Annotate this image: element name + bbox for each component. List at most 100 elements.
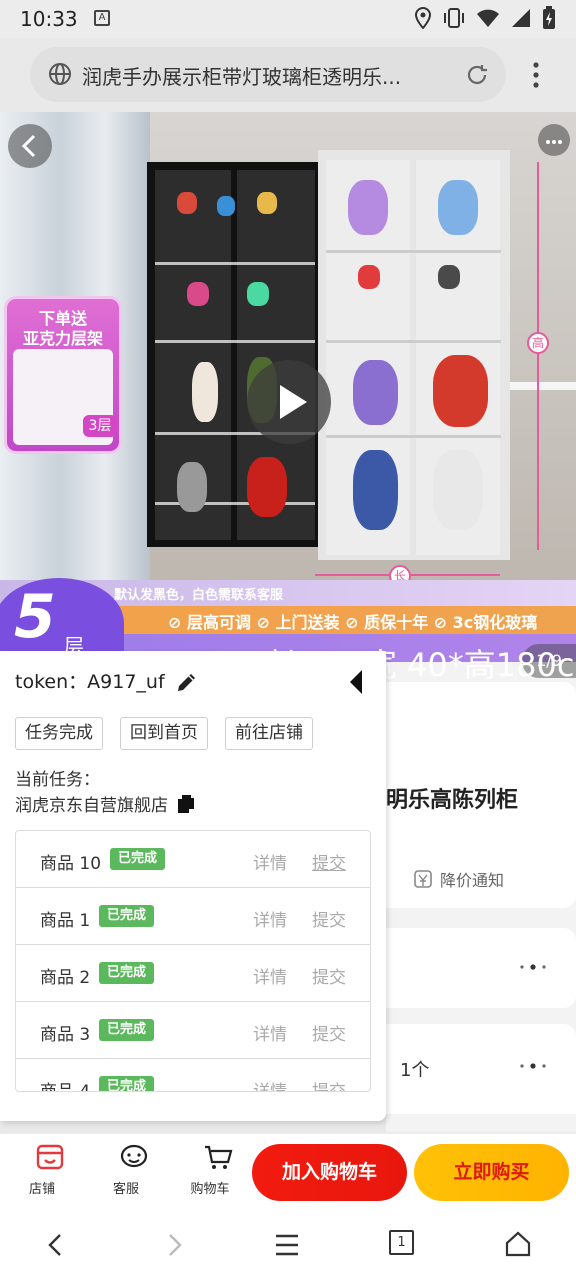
title-card: 明乐高陈列柜 降价通知: [386, 682, 576, 908]
shop-icon: [36, 1144, 63, 1170]
page-title: 润虎手办展示柜带灯玻璃柜透明乐...: [82, 65, 402, 89]
service-tab[interactable]: 客服: [96, 1142, 156, 1197]
promo-gift-card: 下单送 亚克力层架 3层: [4, 296, 122, 454]
submit-link[interactable]: 提交: [312, 1077, 346, 1091]
signal-icon: [512, 9, 530, 27]
detail-link[interactable]: 详情: [253, 1077, 287, 1091]
token-row: token：A917_uf: [15, 667, 165, 694]
height-marker: 高: [527, 332, 549, 354]
status-bar: 10:33 A: [0, 0, 576, 38]
quantity-text: 1个: [400, 1060, 430, 1081]
globe-icon: [49, 63, 71, 85]
copy-icon[interactable]: [177, 794, 195, 814]
battery-icon: [543, 6, 555, 29]
status-badge: 已完成: [99, 905, 155, 927]
current-task-name: 润虎京东自营旗舰店: [15, 791, 195, 816]
status-badge: 已完成: [99, 1019, 155, 1041]
submit-link[interactable]: 提交: [312, 906, 346, 931]
back-home-button[interactable]: 回到首页: [120, 717, 208, 750]
more-dots-icon: [520, 1063, 546, 1069]
table-row: 商品 1 已完成 详情 提交: [16, 888, 370, 945]
table-row: 商品 4 已完成 详情 提交: [16, 1059, 370, 1092]
cart-tab[interactable]: 购物车: [180, 1142, 240, 1197]
go-to-shop-button[interactable]: 前往店铺: [225, 717, 313, 750]
vibrate-icon: [444, 8, 464, 28]
customer-service-icon: [120, 1144, 147, 1168]
table-row: 商品 10 已完成 详情 提交: [16, 831, 370, 888]
detail-link[interactable]: 详情: [253, 1020, 287, 1045]
price-notice[interactable]: 降价通知: [412, 867, 504, 891]
notification-icon: A: [94, 10, 110, 26]
purchase-action-bar: 店铺 客服 购物车 加入购物车 立即购买: [0, 1133, 576, 1209]
more-dots-icon: [520, 964, 546, 970]
feature-text: ⊘ 层高可调 ⊘ 上门送装 ⊘ 质保十年 ⊘ 3c钢化玻璃: [168, 613, 538, 632]
layer-badge: 5 层: [0, 578, 124, 662]
black-cabinet: [147, 162, 322, 547]
add-to-cart-button[interactable]: 加入购物车: [252, 1144, 407, 1201]
task-complete-button[interactable]: 任务完成: [15, 717, 103, 750]
status-badge: 已完成: [110, 848, 166, 870]
collapse-panel-icon[interactable]: [346, 668, 366, 696]
price-tag-icon: [414, 870, 432, 888]
promo-title-bottom: 亚克力层架: [22, 329, 103, 348]
chevron-left-icon: [21, 134, 36, 158]
price-notice-label: 降价通知: [440, 871, 505, 890]
promo-badge: 3层: [83, 415, 117, 437]
token-value: A917_uf: [87, 671, 165, 693]
caption-small: 默认发黑色，白色需联系客服: [114, 588, 284, 603]
back-button[interactable]: [8, 124, 52, 168]
forward-arrow-icon[interactable]: [160, 1231, 188, 1259]
item-name: 商品 2: [40, 968, 91, 988]
token-label: token：: [15, 671, 88, 693]
submit-link[interactable]: 提交: [312, 963, 346, 988]
status-icons: [414, 6, 556, 30]
status-badge: 已完成: [99, 962, 155, 984]
status-time: 10:33: [20, 7, 78, 31]
buy-now-button[interactable]: 立即购买: [414, 1144, 569, 1201]
home-icon[interactable]: [504, 1230, 532, 1258]
more-button[interactable]: [538, 124, 570, 156]
quantity-card[interactable]: 1个: [386, 1024, 576, 1114]
task-shop-name: 润虎京东自营旗舰店: [15, 796, 168, 816]
detail-link[interactable]: 详情: [253, 849, 287, 874]
detail-link[interactable]: 详情: [253, 963, 287, 988]
item-name: 商品 1: [40, 911, 91, 931]
reload-icon[interactable]: [464, 62, 490, 88]
item-name: 商品 3: [40, 1025, 91, 1045]
play-icon: [280, 385, 307, 419]
submit-link[interactable]: 提交: [312, 849, 346, 874]
cart-label: 购物车: [190, 1182, 230, 1197]
more-dots-icon: [546, 140, 562, 144]
cart-icon: [204, 1145, 232, 1169]
back-arrow-icon[interactable]: [42, 1231, 70, 1259]
menu-icon[interactable]: [273, 1231, 301, 1259]
service-label: 客服: [112, 1182, 139, 1197]
submit-link[interactable]: 提交: [312, 1020, 346, 1045]
height-line: [537, 162, 539, 550]
edit-pencil-icon[interactable]: [175, 670, 199, 694]
browser-nav-bar: 1: [0, 1209, 576, 1280]
detail-link[interactable]: 详情: [253, 906, 287, 931]
status-badge: 已完成: [99, 1076, 155, 1091]
table-row: 商品 3 已完成 详情 提交: [16, 1002, 370, 1059]
current-task-label: 当前任务：: [15, 770, 100, 790]
url-bar[interactable]: 润虎手办展示柜带灯玻璃柜透明乐...: [30, 47, 506, 102]
spec-card[interactable]: [386, 928, 576, 1008]
product-title-fragment: 明乐高陈列柜: [386, 788, 519, 813]
table-row: 商品 2 已完成 详情 提交: [16, 945, 370, 1002]
product-hero-image[interactable]: 高 长 下单送 亚克力层架 3层 默认发黑色，白色需联系客服 ⊘ 层高可调 ⊘ …: [0, 112, 576, 662]
task-panel: token：A917_uf 任务完成 回到首页 前往店铺 当前任务： 润虎京东自…: [0, 651, 386, 1121]
location-icon: [414, 7, 432, 29]
shop-tab[interactable]: 店铺: [12, 1142, 72, 1197]
product-info-background: 1/9 长 80*宽 40*高180cm 明乐高陈列柜 降价通知 1个: [266, 644, 576, 1132]
layer-number: 5: [14, 582, 56, 652]
white-cabinet: [318, 150, 510, 560]
product-task-list: 商品 10 已完成 详情 提交 商品 1 已完成 详情 提交 商品 2 已完成 …: [15, 830, 371, 1092]
item-name: 商品 10: [40, 854, 102, 874]
video-play-button[interactable]: [247, 360, 331, 444]
item-name: 商品 4: [40, 1082, 91, 1092]
shop-label: 店铺: [28, 1182, 55, 1197]
tabs-count-button[interactable]: 1: [389, 1230, 414, 1255]
browser-menu-icon[interactable]: [528, 60, 544, 90]
wifi-icon: [477, 9, 499, 27]
